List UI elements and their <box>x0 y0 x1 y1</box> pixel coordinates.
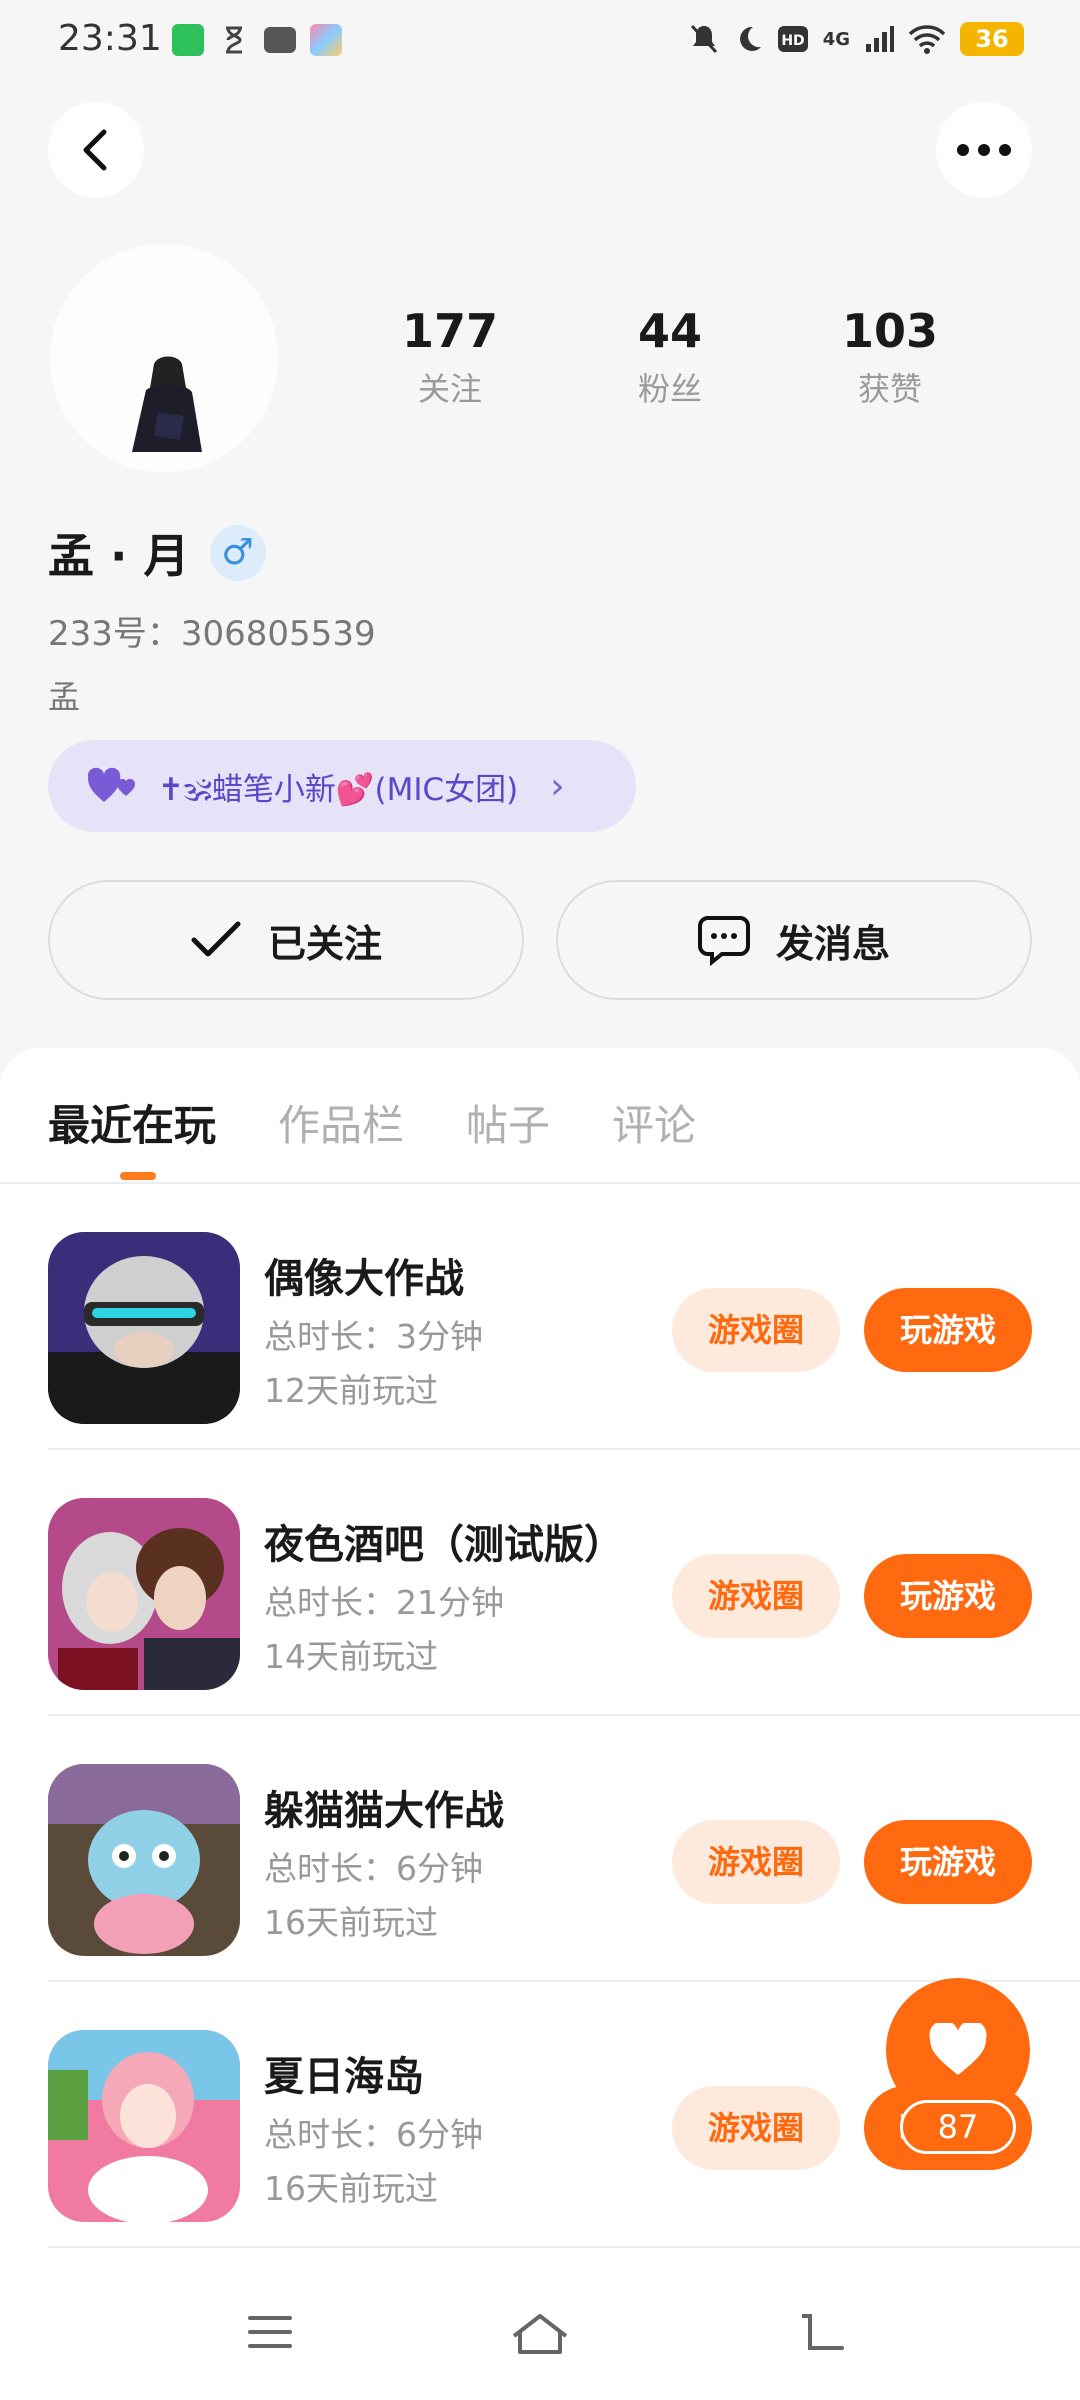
play-game-button[interactable]: 玩游戏 <box>864 1820 1032 1904</box>
game-title: 偶像大作战 <box>264 1256 464 1302</box>
status-time: 23:31 <box>58 18 162 59</box>
followed-button[interactable]: 已关注 <box>48 880 524 1000</box>
check-icon <box>191 921 241 957</box>
game-duration: 总时长：21分钟 <box>264 1583 504 1622</box>
stat-following-label: 关注 <box>417 370 482 408</box>
game-icon-night-bar[interactable] <box>48 1498 240 1690</box>
app-thumbnail-icon <box>310 24 342 56</box>
active-tab-indicator <box>120 1172 156 1180</box>
status-bar: 23:31 HD 4G 36 <box>0 0 1080 84</box>
send-message-button[interactable]: 发消息 <box>556 880 1032 1000</box>
tab-works[interactable]: 作品栏 <box>278 1092 404 1153</box>
tab-comments[interactable]: 评论 <box>612 1092 696 1153</box>
stat-following-value: 177 <box>401 304 499 358</box>
group-name: ✝🕉蜡笔小新💕(MIC女团) <box>158 771 519 808</box>
message-bubble-icon <box>697 916 750 966</box>
heart-icon <box>929 2023 987 2075</box>
profile-name: 孟 · 月 <box>48 529 190 583</box>
game-title: 夏日海岛 <box>264 2054 424 2100</box>
profile-bio: 孟 <box>48 678 81 716</box>
battery-indicator: 36 <box>960 22 1024 56</box>
stat-followers-value: 44 <box>637 304 702 358</box>
game-last-played: 16天前玩过 <box>264 1903 438 1942</box>
game-icon-summer-island[interactable] <box>48 2030 240 2222</box>
book-icon <box>264 27 296 53</box>
hd-icon: HD <box>777 26 808 52</box>
game-circle-button[interactable]: 游戏圈 <box>672 1820 840 1904</box>
stat-followers-label: 粉丝 <box>637 370 702 408</box>
male-gender-icon: ♂ <box>209 525 266 581</box>
list-item[interactable]: 夜色酒吧（测试版） 总时长：21分钟 14天前玩过 游戏圈 玩游戏 <box>48 1450 1080 1716</box>
list-item[interactable]: 躲猫猫大作战 总时长：6分钟 16天前玩过 游戏圈 玩游戏 <box>48 1716 1080 1982</box>
game-circle-button[interactable]: 游戏圈 <box>672 2086 840 2170</box>
game-icon-hide-and-seek[interactable] <box>48 1764 240 1956</box>
back-arrow-icon <box>83 129 107 171</box>
like-count: 87 <box>900 2100 1016 2154</box>
avatar-figure-icon <box>50 244 278 472</box>
send-message-label: 发消息 <box>775 921 890 966</box>
game-icon-idol[interactable] <box>48 1232 240 1424</box>
stat-following[interactable]: 177 关注 <box>340 304 560 410</box>
menu-icon[interactable] <box>246 2312 294 2352</box>
back-nav-icon[interactable] <box>800 2312 850 2356</box>
profile-tabs: 最近在玩 作品栏 帖子 评论 <box>48 1092 696 1153</box>
stat-likes[interactable]: 103 获赞 <box>780 304 1000 410</box>
stat-followers[interactable]: 44 粉丝 <box>560 304 780 410</box>
name-row: 孟 · 月 ♂ <box>48 520 266 586</box>
game-duration: 总时长：6分钟 <box>264 2115 483 2154</box>
hourglass-icon <box>218 24 250 56</box>
signal-icon <box>866 26 894 52</box>
stat-likes-value: 103 <box>841 304 939 358</box>
game-title: 躲猫猫大作战 <box>264 1788 504 1834</box>
svg-text:HD: HD <box>781 33 804 49</box>
more-options-button[interactable] <box>936 102 1032 198</box>
list-item[interactable]: 偶像大作战 总时长：3分钟 12天前玩过 游戏圈 玩游戏 <box>48 1184 1080 1450</box>
notification-icons <box>172 24 342 56</box>
tab-posts[interactable]: 帖子 <box>466 1092 550 1153</box>
moon-icon <box>739 26 761 51</box>
home-icon[interactable] <box>510 2312 570 2356</box>
game-duration: 总时长：6分钟 <box>264 1849 483 1888</box>
game-last-played: 16天前玩过 <box>264 2169 438 2208</box>
profile-stats: 177 关注 44 粉丝 103 获赞 <box>340 304 1000 410</box>
wechat-icon <box>172 24 204 56</box>
game-last-played: 14天前玩过 <box>264 1637 438 1676</box>
game-title: 夜色酒吧（测试版） <box>264 1522 624 1568</box>
play-game-button[interactable]: 玩游戏 <box>864 1288 1032 1372</box>
user-id: 233号：306805539 <box>48 614 376 654</box>
group-badge[interactable]: ✝🕉蜡笔小新💕(MIC女团) › <box>48 740 636 832</box>
game-last-played: 12天前玩过 <box>264 1371 438 1410</box>
back-button[interactable] <box>48 102 144 198</box>
game-circle-button[interactable]: 游戏圈 <box>672 1554 840 1638</box>
chevron-right-icon: › <box>550 765 565 807</box>
stat-likes-label: 获赞 <box>857 370 922 408</box>
followed-label: 已关注 <box>267 921 382 966</box>
status-indicators: HD 4G 36 <box>689 22 1024 56</box>
game-circle-button[interactable]: 游戏圈 <box>672 1288 840 1372</box>
purple-hearts-icon <box>88 767 135 802</box>
wifi-icon <box>908 25 946 54</box>
tab-recently-played[interactable]: 最近在玩 <box>48 1092 216 1153</box>
more-dots-icon <box>957 144 1011 156</box>
network-label: 4G <box>822 28 850 50</box>
system-nav-bar <box>0 2264 1080 2400</box>
mute-icon <box>690 24 717 54</box>
play-game-button[interactable]: 玩游戏 <box>864 1554 1032 1638</box>
game-duration: 总时长：3分钟 <box>264 1317 483 1356</box>
avatar[interactable] <box>50 244 278 472</box>
content-panel: 最近在玩 作品栏 帖子 评论 偶像大作战 总时长：3分钟 12天前玩过 游戏圈 <box>0 1048 1080 2400</box>
